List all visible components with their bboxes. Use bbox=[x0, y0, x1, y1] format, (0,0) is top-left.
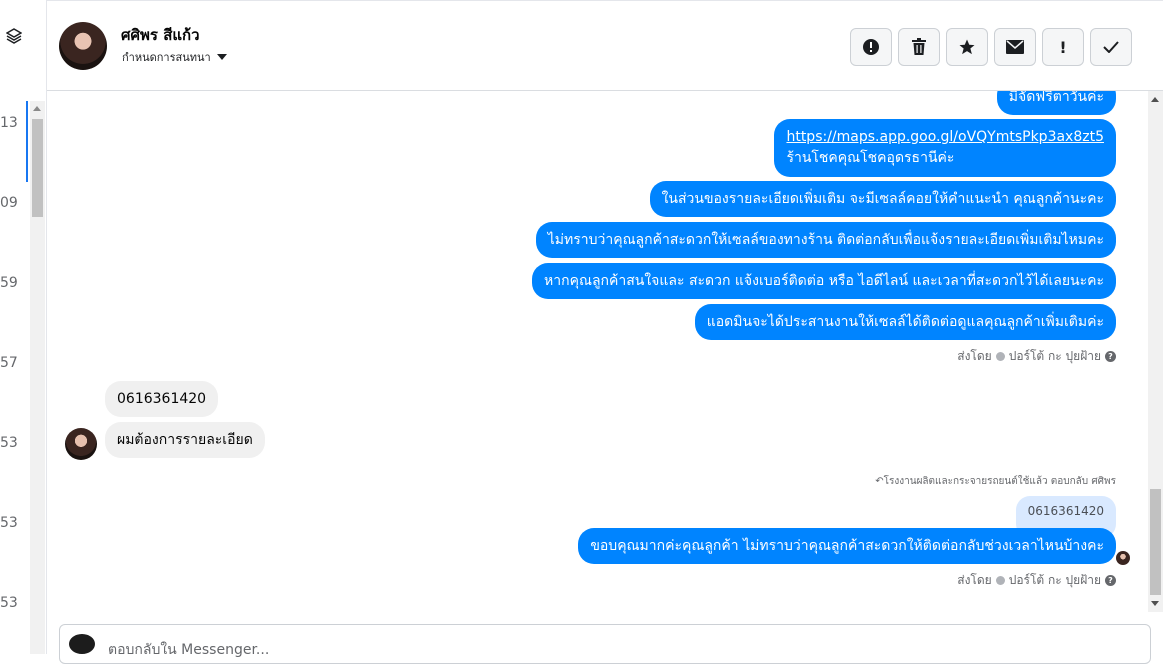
header-actions: ! bbox=[850, 28, 1132, 66]
check-icon bbox=[1103, 41, 1119, 53]
mark-unread-button[interactable] bbox=[994, 28, 1036, 66]
message-outgoing[interactable]: ไม่ทราบว่าคุณลูกค้าสะดวกให้เซลล์ของทางร้… bbox=[535, 222, 1116, 258]
help-icon[interactable]: ? bbox=[1105, 575, 1116, 586]
sent-by-row: ส่งโดย ปอร์โต้ กะ ปุยฝ้าย ? bbox=[957, 571, 1116, 590]
message-outgoing[interactable]: ในส่วนของรายละเอียดเพิ่มเติม จะมีเซลล์คอ… bbox=[649, 181, 1116, 217]
delete-button[interactable] bbox=[898, 28, 940, 66]
mark-spam-button[interactable] bbox=[850, 28, 892, 66]
sent-by-label: ส่งโดย bbox=[957, 573, 992, 587]
scroll-thumb[interactable] bbox=[32, 119, 43, 217]
reply-context: ↶โรงงานผลิตและกระจายรถยนต์ใช้แล้ว ตอบกลั… bbox=[875, 474, 1116, 489]
reply-arrow-icon: ↶ bbox=[875, 476, 884, 487]
sent-by-row: ส่งโดย ปอร์โต้ กะ ปุยฝ้าย ? bbox=[957, 347, 1116, 366]
conversation-list-strip: 13 09 59 57 53 53 53 bbox=[0, 0, 47, 654]
active-conversation-indicator bbox=[26, 101, 28, 182]
scroll-down-arrow-icon[interactable] bbox=[1151, 601, 1159, 606]
reply-composer[interactable]: ตอบกลับใน Messenger... bbox=[59, 624, 1151, 664]
page-avatar bbox=[69, 634, 95, 654]
reply-context-text: โรงงานผลิตและกระจายรถยนต์ใช้แล้ว ตอบกลับ… bbox=[883, 476, 1116, 487]
seen-avatar bbox=[1116, 551, 1130, 565]
layers-icon[interactable] bbox=[4, 26, 24, 46]
assign-label: กำหนดการสนทนา bbox=[122, 51, 211, 64]
reply-input[interactable]: ตอบกลับใน Messenger... bbox=[108, 639, 269, 661]
alert-circle-icon bbox=[863, 39, 879, 55]
gear-icon bbox=[995, 576, 1005, 585]
sender-name: ปอร์โต้ กะ ปุยฝ้าย bbox=[1008, 573, 1101, 587]
message-outgoing[interactable]: หากคุณลูกค้าสนใจและ สะดวก แจ้งเบอร์ติดต่… bbox=[532, 263, 1116, 299]
link-caption: ร้านโชคคุณโชคอุดรธานีค่ะ bbox=[786, 150, 955, 166]
message-outgoing-link[interactable]: https://maps.app.goo.gl/oVQYmtsPkp3ax8zt… bbox=[774, 119, 1116, 177]
assign-conversation-dropdown[interactable]: กำหนดการสนทนา bbox=[122, 48, 227, 66]
list-scrollbar[interactable] bbox=[30, 101, 45, 654]
list-item-time: 53 bbox=[0, 515, 18, 531]
thread-scrollbar[interactable] bbox=[1148, 91, 1163, 612]
contact-avatar[interactable] bbox=[59, 22, 107, 70]
sender-name: ปอร์โต้ กะ ปุยฝ้าย bbox=[1008, 349, 1101, 363]
message-incoming[interactable]: ผมต้องการรายละเอียด bbox=[105, 422, 265, 458]
caret-down-icon bbox=[216, 54, 227, 60]
message-outgoing[interactable]: แอดมินจะได้ประสานงานให้เซลล์ได้ติดต่อดูแ… bbox=[694, 304, 1116, 340]
message-incoming[interactable]: 0616361420 bbox=[105, 381, 219, 417]
message-thread: มีจัดฟรีตาวันค่ะ https://maps.app.goo.gl… bbox=[47, 91, 1148, 616]
envelope-icon bbox=[1006, 40, 1024, 54]
conversation-header: ศศิพร สีแก้ว กำหนดการสนทนา ! bbox=[47, 0, 1163, 91]
list-item-time: 57 bbox=[0, 355, 18, 371]
list-item-time: 53 bbox=[0, 595, 18, 611]
gear-icon bbox=[995, 352, 1005, 361]
message-outgoing[interactable]: มีจัดฟรีตาวันค่ะ bbox=[996, 91, 1116, 115]
contact-avatar-small bbox=[65, 428, 97, 460]
mark-done-button[interactable] bbox=[1090, 28, 1132, 66]
help-icon[interactable]: ? bbox=[1105, 351, 1116, 362]
list-item-time: 13 bbox=[0, 115, 18, 131]
scroll-up-arrow-icon[interactable] bbox=[1151, 97, 1159, 102]
trash-icon bbox=[912, 38, 926, 55]
exclamation-icon: ! bbox=[1059, 37, 1067, 57]
list-item-time: 59 bbox=[0, 275, 18, 291]
message-outgoing[interactable]: ขอบคุณมากค่ะคุณลูกค้า ไม่ทราบว่าคุณลูกค้… bbox=[578, 528, 1116, 564]
list-item-time: 53 bbox=[0, 435, 18, 451]
map-link[interactable]: https://maps.app.goo.gl/oVQYmtsPkp3ax8zt… bbox=[786, 127, 1104, 148]
star-icon bbox=[959, 39, 975, 55]
scroll-up-arrow-icon[interactable] bbox=[33, 106, 41, 111]
list-item-time: 09 bbox=[0, 195, 18, 211]
star-button[interactable] bbox=[946, 28, 988, 66]
follow-up-button[interactable]: ! bbox=[1042, 28, 1084, 66]
sent-by-label: ส่งโดย bbox=[957, 349, 992, 363]
contact-name[interactable]: ศศิพร สีแก้ว bbox=[121, 23, 200, 47]
scroll-thumb[interactable] bbox=[1150, 489, 1161, 595]
